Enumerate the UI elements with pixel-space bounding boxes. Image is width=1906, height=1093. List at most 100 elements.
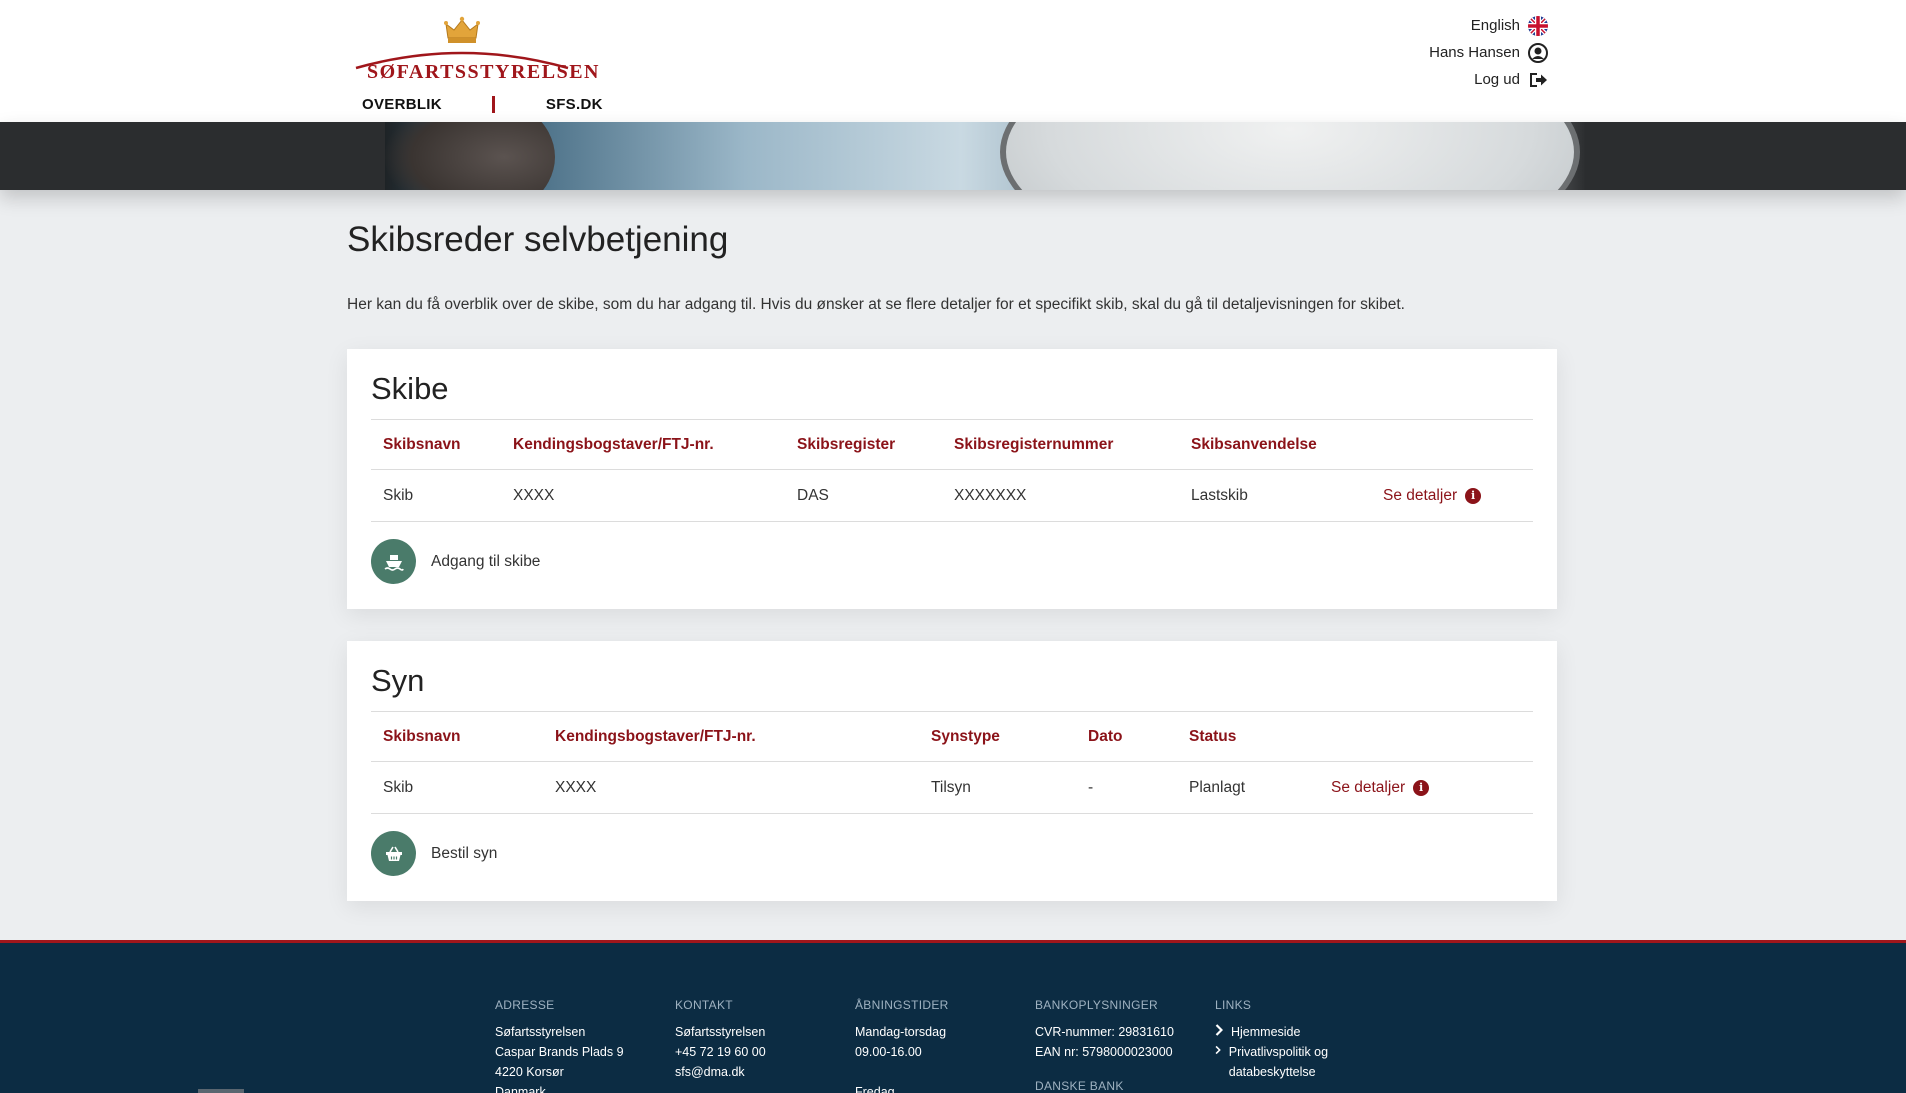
user-menu: English Hans Hansen Log ud <box>1429 12 1548 93</box>
details-label: Se detaljer <box>1331 778 1406 796</box>
cell-type: Tilsyn <box>931 778 971 796</box>
chevron-right-icon <box>1215 1024 1223 1036</box>
bank-line: CVR-nummer: 29831610 <box>1035 1025 1174 1039</box>
language-label: English <box>1470 17 1520 34</box>
order-inspection-button[interactable]: Bestil syn <box>371 831 497 876</box>
footer-bank: BANKOPLYSNINGER CVR-nummer: 29831610 EAN… <box>1035 995 1174 1093</box>
ship-details-link[interactable]: Se detaljer i <box>1383 486 1482 505</box>
bank-line: EAN nr: 5798000023000 <box>1035 1045 1173 1059</box>
logout-label: Log ud <box>1474 71 1520 88</box>
table-header-row: Skibsnavn Kendingsbogstaver/FTJ-nr. Skib… <box>371 419 1533 470</box>
contact-line: Søfartsstyrelsen <box>675 1025 766 1039</box>
hero-porthole <box>1000 122 1580 190</box>
cell-register-no: XXXXXXX <box>954 486 1027 504</box>
cell-name: Skib <box>383 486 414 504</box>
inspections-card: Syn Skibsnavn Kendingsbogstaver/FTJ-nr. … <box>347 641 1557 901</box>
col-skibsnavn[interactable]: Skibsnavn <box>371 712 543 762</box>
footer-link-privacy[interactable]: Privatlivspolitik og databeskyttelse <box>1215 1042 1365 1082</box>
col-status[interactable]: Status <box>1177 712 1319 762</box>
chevron-right-icon <box>1215 1045 1221 1055</box>
footer-heading-hours: ÅBNINGSTIDER <box>855 998 949 1012</box>
address-line: 4220 Korsør <box>495 1065 564 1079</box>
logout-link[interactable]: Log ud <box>1429 66 1548 93</box>
nav-sfs-dk[interactable]: SFS.DK <box>546 96 603 113</box>
footer-address: ADRESSE Søfartsstyrelsen Caspar Brands P… <box>495 995 624 1093</box>
user-profile[interactable]: Hans Hansen <box>1429 39 1548 66</box>
footer-links: LINKS Hjemmeside Privatlivspolitik og da… <box>1215 995 1365 1082</box>
hero-person <box>385 122 555 190</box>
logo-wordmark: SØFARTSSTYRELSEN <box>367 61 600 83</box>
col-skibsregister[interactable]: Skibsregister <box>785 420 942 470</box>
nav-overblik[interactable]: OVERBLIK <box>362 96 442 113</box>
hours-line: Fredag <box>855 1085 895 1093</box>
table-row: Skib XXXX Tilsyn - Planlagt Se detaljer … <box>371 762 1533 814</box>
col-skibsanvendelse[interactable]: Skibsanvendelse <box>1179 420 1371 470</box>
col-dato[interactable]: Dato <box>1076 712 1177 762</box>
inspection-details-link[interactable]: Se detaljer i <box>1331 778 1430 797</box>
ships-table: Skibsnavn Kendingsbogstaver/FTJ-nr. Skib… <box>371 419 1533 522</box>
ships-card: Skibe Skibsnavn Kendingsbogstaver/FTJ-nr… <box>347 349 1557 609</box>
ship-icon-circle <box>371 539 416 584</box>
hours-line: Mandag-torsdag <box>855 1025 947 1039</box>
cell-status: Planlagt <box>1189 778 1246 796</box>
table-header-row: Skibsnavn Kendingsbogstaver/FTJ-nr. Syns… <box>371 711 1533 762</box>
basket-icon <box>385 846 402 861</box>
footer-contact: KONTAKT Søfartsstyrelsen +45 72 19 60 00… <box>675 995 766 1082</box>
cell-details: Se detaljer i <box>1371 470 1533 522</box>
ship-icon <box>384 554 404 571</box>
col-synstype[interactable]: Synstype <box>919 712 1076 762</box>
basket-icon-circle <box>371 831 416 876</box>
table-row: Skib XXXX DAS XXXXXXX Lastskib Se detalj… <box>371 470 1533 522</box>
access-ships-label: Adgang til skibe <box>431 552 541 570</box>
footer-heading-contact: KONTAKT <box>675 998 733 1012</box>
col-actions <box>1319 712 1533 762</box>
site-header: SØFARTSSTYRELSEN OVERBLIK SFS.DK English… <box>0 0 1906 122</box>
nav-divider <box>491 96 495 113</box>
cell-callsign: XXXX <box>555 778 597 796</box>
cell-details: Se detaljer i <box>1319 762 1533 814</box>
cell-usage: Lastskib <box>1191 486 1248 504</box>
inspections-title: Syn <box>371 663 425 698</box>
footer-heading-address: ADRESSE <box>495 998 555 1012</box>
contact-email[interactable]: sfs@dma.dk <box>675 1062 766 1082</box>
page-intro: Her kan du få overblik over de skibe, so… <box>347 296 1405 313</box>
uk-flag-icon <box>1528 15 1548 36</box>
user-name: Hans Hansen <box>1429 44 1520 61</box>
col-skibsregisternummer[interactable]: Skibsregisternummer <box>942 420 1179 470</box>
address-line: Danmark <box>495 1085 546 1093</box>
info-icon: i <box>1413 779 1430 796</box>
footer-link-label: Hjemmeside <box>1231 1025 1301 1039</box>
main-nav: OVERBLIK SFS.DK <box>362 96 603 113</box>
order-inspection-label: Bestil syn <box>431 844 498 862</box>
col-actions <box>1371 420 1533 470</box>
sofartsstyrelsen-logo[interactable]: SØFARTSSTYRELSEN <box>354 14 599 84</box>
cell-callsign: XXXX <box>513 486 555 504</box>
cell-name: Skib <box>383 778 414 796</box>
info-icon: i <box>1465 487 1482 504</box>
address-line: Caspar Brands Plads 9 <box>495 1045 624 1059</box>
col-kendingsbogstaver[interactable]: Kendingsbogstaver/FTJ-nr. <box>543 712 919 762</box>
hours-spacer <box>855 1062 949 1082</box>
footer-link-label: Privatlivspolitik og databeskyttelse <box>1228 1045 1329 1079</box>
footer-heading-links: LINKS <box>1215 998 1252 1012</box>
col-kendingsbogstaver[interactable]: Kendingsbogstaver/FTJ-nr. <box>501 420 785 470</box>
language-switch[interactable]: English <box>1429 12 1548 39</box>
hero-banner-image <box>0 122 1906 190</box>
hours-line: 09.00-16.00 <box>855 1045 922 1059</box>
col-skibsnavn[interactable]: Skibsnavn <box>371 420 501 470</box>
address-line: Søfartsstyrelsen <box>495 1025 586 1039</box>
footer-subheading-bank: DANSKE BANK <box>1035 1079 1124 1093</box>
cell-register: DAS <box>797 486 829 504</box>
footer-link-homepage[interactable]: Hjemmeside <box>1215 1022 1365 1042</box>
scroll-indicator[interactable] <box>198 1089 244 1093</box>
contact-phone[interactable]: +45 72 19 60 00 <box>675 1042 766 1062</box>
site-footer: ADRESSE Søfartsstyrelsen Caspar Brands P… <box>0 940 1906 1093</box>
user-circle-icon <box>1528 42 1548 63</box>
inspections-table: Skibsnavn Kendingsbogstaver/FTJ-nr. Syns… <box>371 711 1533 814</box>
ships-title: Skibe <box>371 371 449 406</box>
details-label: Se detaljer <box>1383 486 1458 504</box>
access-ships-button[interactable]: Adgang til skibe <box>371 539 540 584</box>
cell-date: - <box>1088 778 1094 796</box>
footer-heading-bank: BANKOPLYSNINGER <box>1035 998 1158 1012</box>
sign-out-icon <box>1530 72 1547 87</box>
